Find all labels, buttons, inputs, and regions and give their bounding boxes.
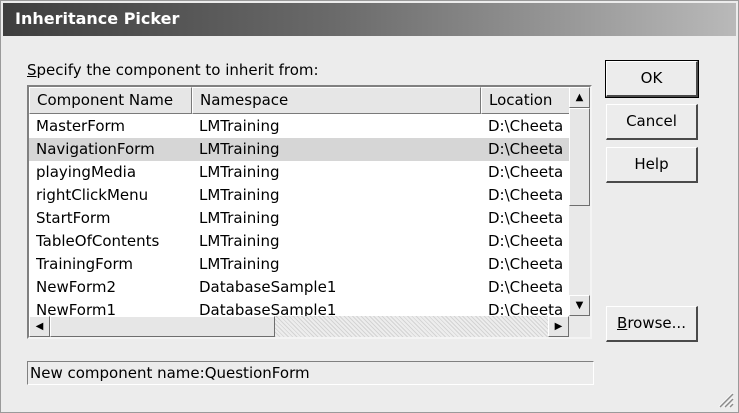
horizontal-scroll-thumb[interactable] xyxy=(50,316,275,337)
list-item[interactable]: TableOfContents LMTraining D:\Cheeta xyxy=(29,230,569,253)
new-component-name-status: New component name:QuestionForm xyxy=(27,361,594,385)
resize-grip-icon[interactable] xyxy=(716,390,734,408)
vertical-scrollbar[interactable]: ▲ ▼ xyxy=(569,87,590,316)
scroll-down-arrow-icon[interactable]: ▼ xyxy=(569,295,590,316)
cell-namespace: LMTraining xyxy=(199,255,280,273)
cancel-button[interactable]: Cancel xyxy=(606,104,698,140)
cell-location: D:\Cheeta xyxy=(488,186,564,204)
prompt-accesskey: S xyxy=(27,61,37,79)
scrollbar-corner xyxy=(569,316,590,337)
cell-location: D:\Cheeta xyxy=(488,255,564,273)
prompt-text: pecify the component to inherit from: xyxy=(36,61,319,79)
cell-location: D:\Cheeta xyxy=(488,232,564,250)
cell-component-name: rightClickMenu xyxy=(36,186,149,204)
browse-accesskey: B xyxy=(617,314,628,332)
cell-namespace: LMTraining xyxy=(199,117,280,135)
cell-location: D:\Cheeta xyxy=(488,140,564,158)
column-header-component-name[interactable]: Component Name xyxy=(29,87,192,114)
cell-component-name: NavigationForm xyxy=(36,140,155,158)
browse-label: rowse... xyxy=(627,314,686,332)
cell-namespace: LMTraining xyxy=(199,163,280,181)
cell-component-name: playingMedia xyxy=(36,163,137,181)
list-item[interactable]: MasterForm LMTraining D:\Cheeta xyxy=(29,115,569,138)
help-button[interactable]: Help xyxy=(606,147,698,183)
list-item[interactable]: playingMedia LMTraining D:\Cheeta xyxy=(29,161,569,184)
cell-component-name: TrainingForm xyxy=(36,255,133,273)
scroll-left-arrow-icon[interactable]: ◀ xyxy=(29,316,50,337)
cell-namespace: LMTraining xyxy=(199,186,280,204)
cell-namespace: LMTraining xyxy=(199,232,280,250)
list-item[interactable]: rightClickMenu LMTraining D:\Cheeta xyxy=(29,184,569,207)
inheritance-picker-dialog: Inheritance Picker Specify the component… xyxy=(0,0,739,413)
scroll-up-arrow-icon[interactable]: ▲ xyxy=(569,87,590,108)
cell-location: D:\Cheeta xyxy=(488,209,564,227)
list-item[interactable]: StartForm LMTraining D:\Cheeta xyxy=(29,207,569,230)
cell-component-name: MasterForm xyxy=(36,117,126,135)
cell-component-name: StartForm xyxy=(36,209,111,227)
list-rows: MasterForm LMTraining D:\Cheeta NavigationF… xyxy=(29,115,569,322)
window-title: Inheritance Picker xyxy=(15,9,180,28)
cell-namespace: DatabaseSample1 xyxy=(199,278,337,296)
cell-namespace: LMTraining xyxy=(199,140,280,158)
list-item[interactable]: TrainingForm LMTraining D:\Cheeta xyxy=(29,253,569,276)
list-item[interactable]: NewForm2 DatabaseSample1 D:\Cheeta xyxy=(29,276,569,299)
browse-button[interactable]: Browse... xyxy=(606,306,698,342)
cell-location: D:\Cheeta xyxy=(488,278,564,296)
list-header: Component Name Namespace Location xyxy=(29,87,590,114)
cell-namespace: LMTraining xyxy=(199,209,280,227)
vertical-scroll-thumb[interactable] xyxy=(569,108,590,206)
cell-component-name: TableOfContents xyxy=(36,232,160,250)
cell-component-name: NewForm2 xyxy=(36,278,117,296)
list-item[interactable]: NavigationForm LMTraining D:\Cheeta xyxy=(29,138,569,161)
cell-location: D:\Cheeta xyxy=(488,163,564,181)
ok-button[interactable]: OK xyxy=(605,60,699,98)
horizontal-scrollbar[interactable]: ◀ ▶ xyxy=(29,316,569,337)
list-prompt-label: Specify the component to inherit from: xyxy=(27,61,319,79)
column-header-namespace[interactable]: Namespace xyxy=(192,87,481,114)
scroll-right-arrow-icon[interactable]: ▶ xyxy=(548,316,569,337)
cell-location: D:\Cheeta xyxy=(488,117,564,135)
title-bar[interactable]: Inheritance Picker xyxy=(3,3,736,36)
component-list[interactable]: Component Name Namespace Location Master… xyxy=(27,85,592,339)
